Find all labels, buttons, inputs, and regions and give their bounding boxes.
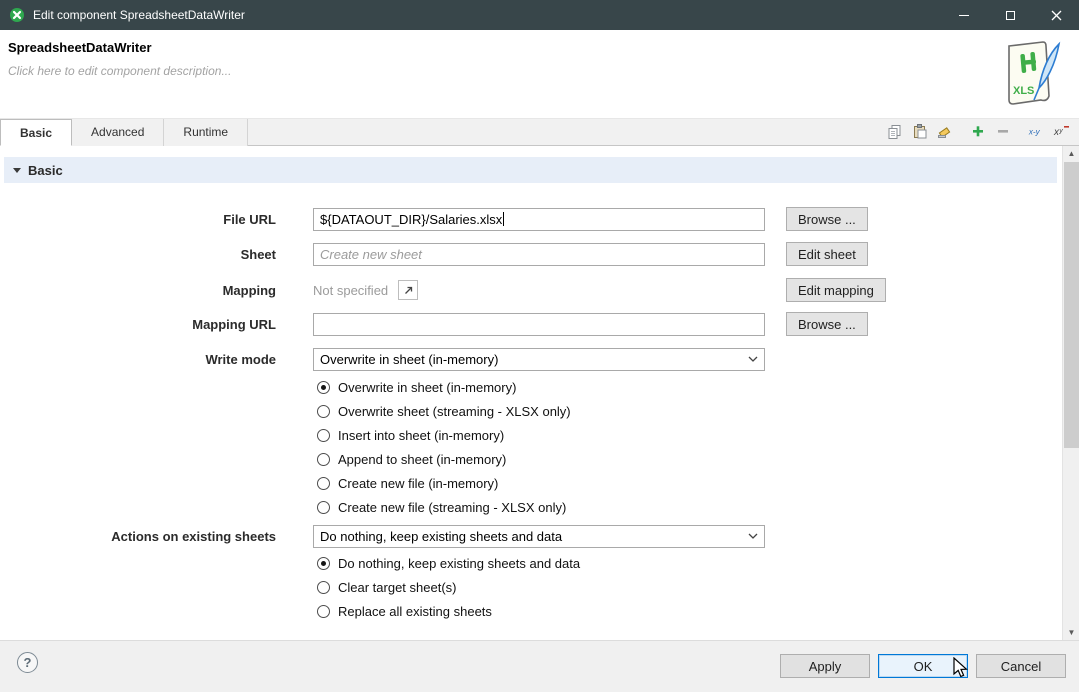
dialog-header: SpreadsheetDataWriter Click here to edit… <box>0 30 1079 118</box>
sheet-row: Sheet Create new sheet Edit sheet <box>0 242 868 266</box>
ok-button[interactable]: OK <box>878 654 968 678</box>
actions-row: Actions on existing sheets Do nothing, k… <box>0 524 765 548</box>
radio-create-new-file-streaming[interactable]: Create new file (streaming - XLSX only) <box>317 496 566 518</box>
scroll-up-icon[interactable]: ▲ <box>1063 146 1079 161</box>
maximize-icon <box>1006 11 1015 20</box>
vertical-scrollbar: ▲ ▼ <box>1062 146 1079 640</box>
tab-basic[interactable]: Basic <box>0 119 72 146</box>
file-url-row: File URL ${DATAOUT_DIR}/Salaries.xlsx Br… <box>0 207 868 231</box>
file-url-label: File URL <box>0 212 276 227</box>
collapse-icon <box>13 168 21 173</box>
mapping-value: Not specified <box>313 283 388 298</box>
radio-overwrite-in-sheet[interactable]: Overwrite in sheet (in-memory) <box>317 376 516 398</box>
radio-label: Overwrite sheet (streaming - XLSX only) <box>338 404 571 419</box>
cancel-button[interactable]: Cancel <box>976 654 1066 678</box>
tab-advanced-label: Advanced <box>91 125 144 139</box>
close-icon <box>1051 10 1062 21</box>
write-mode-label: Write mode <box>0 352 276 367</box>
remove-icon[interactable] <box>994 122 1012 140</box>
clear-icon[interactable] <box>935 122 953 140</box>
mapping-url-row: Mapping URL Browse ... <box>0 312 868 336</box>
mapping-label: Mapping <box>0 283 276 298</box>
edit-mapping-button[interactable]: Edit mapping <box>786 278 886 302</box>
file-url-value: ${DATAOUT_DIR}/Salaries.xlsx <box>320 212 502 227</box>
actions-select[interactable]: Do nothing, keep existing sheets and dat… <box>313 525 765 548</box>
add-icon[interactable] <box>969 122 987 140</box>
edit-sheet-button[interactable]: Edit sheet <box>786 242 868 266</box>
xy-superscript-icon[interactable]: xʸ <box>1053 122 1071 140</box>
write-mode-select[interactable]: Overwrite in sheet (in-memory) <box>313 348 765 371</box>
scrollbar-thumb[interactable] <box>1064 162 1079 448</box>
radio-label: Replace all existing sheets <box>338 604 492 619</box>
maximize-button[interactable] <box>987 0 1033 30</box>
radio-label: Insert into sheet (in-memory) <box>338 428 504 443</box>
radio-label: Do nothing, keep existing sheets and dat… <box>338 556 580 571</box>
radio-icon <box>317 501 330 514</box>
xy-icon[interactable]: x-y <box>1028 122 1046 140</box>
component-description-placeholder[interactable]: Click here to edit component description… <box>8 64 231 78</box>
radio-icon <box>317 605 330 618</box>
sheet-input[interactable]: Create new sheet <box>313 243 765 266</box>
radio-overwrite-sheet-streaming[interactable]: Overwrite sheet (streaming - XLSX only) <box>317 400 571 422</box>
radio-icon <box>317 381 330 394</box>
radio-icon <box>317 453 330 466</box>
minimize-icon <box>959 15 969 16</box>
close-button[interactable] <box>1033 0 1079 30</box>
radio-label: Clear target sheet(s) <box>338 580 457 595</box>
apply-button[interactable]: Apply <box>780 654 870 678</box>
sheet-placeholder: Create new sheet <box>320 247 422 262</box>
tab-advanced[interactable]: Advanced <box>72 119 164 146</box>
component-name: SpreadsheetDataWriter <box>8 40 152 55</box>
window-title: Edit component SpreadsheetDataWriter <box>33 8 245 22</box>
radio-icon <box>317 429 330 442</box>
scroll-down-icon[interactable]: ▼ <box>1063 625 1079 640</box>
radio-label: Create new file (streaming - XLSX only) <box>338 500 566 515</box>
radio-clear-target-sheets[interactable]: Clear target sheet(s) <box>317 576 457 598</box>
chevron-down-icon <box>748 533 758 539</box>
radio-append-to-sheet[interactable]: Append to sheet (in-memory) <box>317 448 506 470</box>
sheet-label: Sheet <box>0 247 276 262</box>
write-mode-selected-value: Overwrite in sheet (in-memory) <box>320 352 498 367</box>
mapping-url-browse-button[interactable]: Browse ... <box>786 312 868 336</box>
radio-create-new-file[interactable]: Create new file (in-memory) <box>317 472 498 494</box>
minimize-button[interactable] <box>941 0 987 30</box>
svg-text:xʸ: xʸ <box>1053 127 1064 138</box>
title-bar: Edit component SpreadsheetDataWriter <box>0 0 1079 30</box>
tab-runtime-label: Runtime <box>183 125 228 139</box>
chevron-down-icon <box>748 356 758 362</box>
file-url-input[interactable]: ${DATAOUT_DIR}/Salaries.xlsx <box>313 208 765 231</box>
icon-xls-text: XLS <box>1013 85 1034 97</box>
open-mapping-editor-button[interactable] <box>398 280 418 300</box>
radio-icon <box>317 477 330 490</box>
radio-icon <box>317 581 330 594</box>
actions-label: Actions on existing sheets <box>0 529 276 544</box>
radio-insert-into-sheet[interactable]: Insert into sheet (in-memory) <box>317 424 504 446</box>
mapping-url-label: Mapping URL <box>0 317 276 332</box>
tab-runtime[interactable]: Runtime <box>164 119 248 146</box>
help-button[interactable]: ? <box>17 652 38 673</box>
radio-do-nothing[interactable]: Do nothing, keep existing sheets and dat… <box>317 552 580 574</box>
expand-arrow-icon <box>403 285 414 296</box>
radio-icon <box>317 557 330 570</box>
app-logo-icon <box>9 7 25 23</box>
paste-icon[interactable] <box>910 122 928 140</box>
section-title: Basic <box>28 163 63 178</box>
file-url-browse-button[interactable]: Browse ... <box>786 207 868 231</box>
mapping-row: Mapping Not specified Edit mapping <box>0 278 886 302</box>
radio-replace-all-sheets[interactable]: Replace all existing sheets <box>317 600 492 622</box>
spreadsheet-writer-icon: XLS <box>997 38 1063 112</box>
tab-basic-label: Basic <box>20 126 52 140</box>
svg-text:x-y: x-y <box>1028 128 1041 137</box>
copy-icon[interactable] <box>885 122 903 140</box>
radio-label: Overwrite in sheet (in-memory) <box>338 380 516 395</box>
text-caret <box>503 212 504 226</box>
mapping-url-input[interactable] <box>313 313 765 336</box>
radio-icon <box>317 405 330 418</box>
section-basic-header[interactable]: Basic <box>4 157 1057 183</box>
properties-toolbar: x-y xʸ <box>885 122 1071 140</box>
radio-label: Append to sheet (in-memory) <box>338 452 506 467</box>
write-mode-row: Write mode Overwrite in sheet (in-memory… <box>0 347 765 371</box>
radio-label: Create new file (in-memory) <box>338 476 498 491</box>
actions-selected-value: Do nothing, keep existing sheets and dat… <box>320 529 562 544</box>
